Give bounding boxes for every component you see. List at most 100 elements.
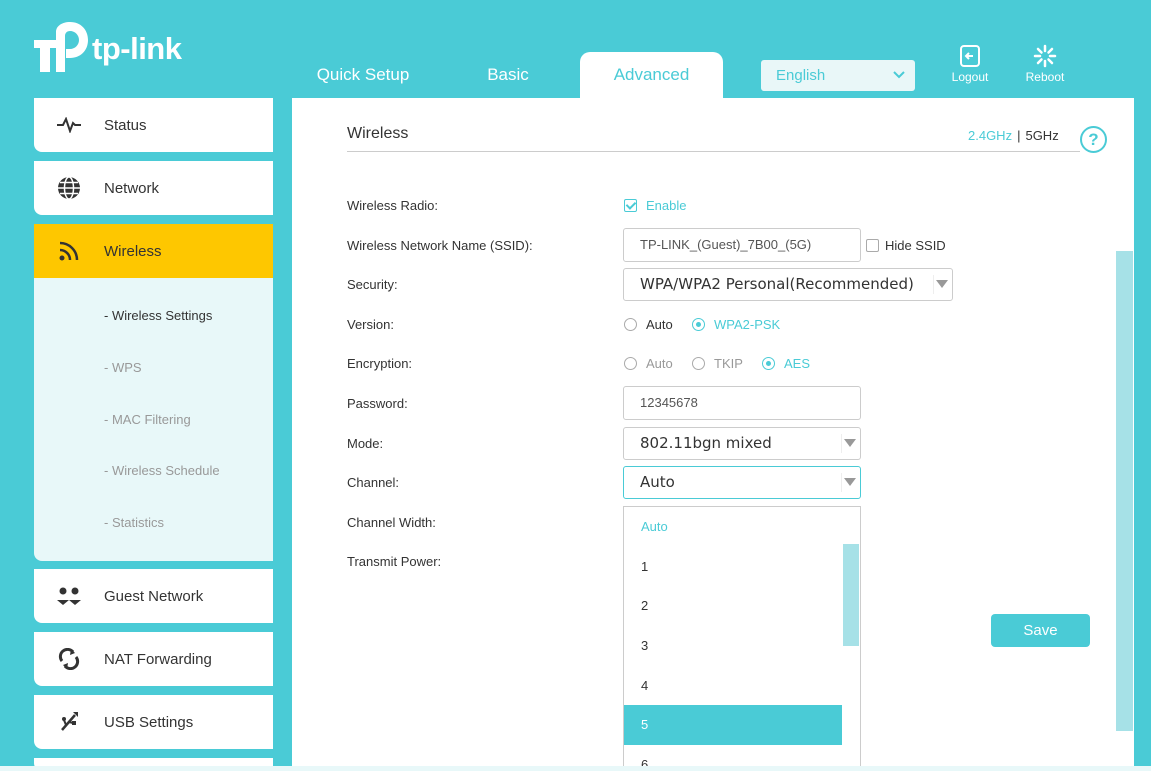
encryption-tkip-option[interactable]: TKIP — [692, 356, 743, 371]
encryption-auto-radio[interactable] — [624, 357, 637, 370]
chevron-down-icon — [893, 60, 905, 102]
tp-link-logo-icon — [32, 22, 90, 80]
mode-value: 802.11bgn mixed — [640, 434, 772, 452]
version-auto-option[interactable]: Auto — [624, 317, 673, 332]
sidebar-item-wireless[interactable]: Wireless — [34, 224, 273, 278]
security-select[interactable]: WPA/WPA2 Personal(Recommended) — [623, 268, 953, 301]
hide-ssid-group[interactable]: Hide SSID — [866, 238, 946, 253]
channel-select[interactable]: Auto — [623, 466, 861, 499]
channel-option-4[interactable]: 4 — [624, 666, 842, 706]
reboot-button[interactable]: Reboot — [1015, 44, 1075, 84]
submenu-wps[interactable]: - WPS — [104, 360, 142, 375]
bottom-edge — [0, 766, 1151, 771]
dropdown-arrow-icon — [844, 439, 856, 447]
version-wpa2psk-label: WPA2-PSK — [714, 317, 781, 332]
top-tabs: Quick Setup Basic Advanced — [290, 52, 723, 98]
enable-checkbox-group[interactable]: Enable — [624, 198, 686, 213]
submenu-wireless-settings[interactable]: - Wireless Settings — [104, 308, 212, 323]
label-password: Password: — [347, 396, 408, 411]
sidebar-item-label: Guest Network — [104, 587, 204, 605]
encryption-aes-radio[interactable] — [762, 357, 775, 370]
globe-icon — [34, 176, 104, 200]
language-select[interactable]: English — [761, 60, 915, 91]
sidebar-item-label: Status — [104, 116, 147, 134]
reboot-spinner-icon — [1033, 44, 1057, 68]
usb-icon — [34, 711, 104, 733]
logo-text: tp-link — [92, 31, 182, 66]
tab-basic[interactable]: Basic — [436, 52, 580, 98]
band-separator: | — [1017, 128, 1021, 143]
version-auto-radio[interactable] — [624, 318, 637, 331]
version-auto-label: Auto — [646, 317, 673, 332]
sidebar-item-nat-forwarding[interactable]: NAT Forwarding — [34, 632, 273, 686]
label-channel: Channel: — [347, 475, 400, 490]
encryption-aes-label: AES — [784, 356, 811, 371]
wireless-submenu: - Wireless Settings - WPS - MAC Filterin… — [34, 278, 273, 561]
ssid-input[interactable]: TP-LINK_(Guest)_7B00_(5G) — [623, 228, 861, 262]
encryption-tkip-label: TKIP — [714, 356, 743, 371]
logout-icon — [960, 45, 980, 67]
version-wpa2psk-radio[interactable] — [692, 318, 705, 331]
reboot-label: Reboot — [1025, 70, 1065, 84]
channel-option-5[interactable]: 5 — [624, 705, 842, 745]
channel-option-3[interactable]: 3 — [624, 626, 842, 666]
submenu-mac-filtering[interactable]: - MAC Filtering — [104, 412, 191, 427]
sidebar-item-label: NAT Forwarding — [104, 650, 212, 668]
channel-option-2[interactable]: 2 — [624, 586, 842, 626]
encryption-tkip-radio[interactable] — [692, 357, 705, 370]
logout-label: Logout — [951, 70, 989, 84]
section-title: Wireless — [347, 125, 409, 142]
hide-ssid-checkbox[interactable] — [866, 239, 879, 252]
help-icon[interactable]: ? — [1080, 126, 1107, 153]
guest-users-icon — [34, 586, 104, 606]
submenu-statistics[interactable]: - Statistics — [104, 515, 164, 530]
main-panel: Wireless 2.4GHz | 5GHz ? Wireless Radio: W… — [292, 98, 1134, 771]
save-button[interactable]: Save — [991, 614, 1090, 647]
hide-ssid-label: Hide SSID — [885, 238, 946, 253]
channel-dropdown-list: Auto 1 2 3 4 5 6 — [623, 506, 861, 771]
band-24ghz-link[interactable]: 2.4GHz — [968, 128, 1012, 143]
dropdown-arrow-icon — [936, 280, 948, 288]
dropdown-arrow-icon — [844, 478, 856, 486]
label-ssid: Wireless Network Name (SSID): — [347, 238, 533, 253]
sidebar-item-network[interactable]: Network — [34, 161, 273, 215]
logout-button[interactable]: Logout — [940, 44, 1000, 84]
label-version: Version: — [347, 317, 394, 332]
label-transmit-power: Transmit Power: — [347, 554, 442, 569]
tab-advanced[interactable]: Advanced — [580, 52, 723, 98]
channel-option-1[interactable]: 1 — [624, 547, 842, 587]
security-value: WPA/WPA2 Personal(Recommended) — [640, 275, 914, 293]
nat-arrows-icon — [34, 648, 104, 670]
encryption-aes-option[interactable]: AES — [762, 356, 810, 371]
sidebar-item-label: Wireless — [104, 242, 162, 260]
sidebar-item-guest-network[interactable]: Guest Network — [34, 569, 273, 623]
label-encryption: Encryption: — [347, 356, 413, 371]
band-5ghz-link[interactable]: 5GHz — [1025, 128, 1058, 143]
section-divider — [347, 151, 1080, 152]
language-value: English — [776, 67, 826, 84]
sidebar-item-label: USB Settings — [104, 713, 194, 731]
status-pulse-icon — [34, 117, 104, 133]
password-input[interactable]: 12345678 — [623, 386, 861, 420]
enable-checkbox[interactable] — [624, 199, 637, 212]
tp-link-logo: tp-link — [32, 22, 182, 80]
channel-value: Auto — [640, 473, 675, 491]
label-security: Security: — [347, 277, 398, 292]
sidebar-item-label: Network — [104, 179, 160, 197]
tab-quick-setup[interactable]: Quick Setup — [290, 52, 436, 98]
wifi-icon — [34, 240, 104, 262]
label-wireless-radio: Wireless Radio: — [347, 198, 439, 213]
enable-label: Enable — [646, 198, 687, 213]
version-wpa2psk-option[interactable]: WPA2-PSK — [692, 317, 780, 332]
encryption-auto-option[interactable]: Auto — [624, 356, 673, 371]
submenu-wireless-schedule[interactable]: - Wireless Schedule — [104, 463, 220, 478]
select-divider — [841, 473, 842, 492]
select-divider — [933, 275, 934, 294]
sidebar-item-usb-settings[interactable]: USB Settings — [34, 695, 273, 749]
mode-select[interactable]: 802.11bgn mixed — [623, 427, 861, 460]
page-scrollbar[interactable] — [1116, 251, 1133, 731]
channel-option-auto[interactable]: Auto — [624, 507, 842, 547]
select-divider — [841, 434, 842, 453]
dropdown-scrollbar[interactable] — [843, 544, 859, 646]
sidebar-item-status[interactable]: Status — [34, 98, 273, 152]
